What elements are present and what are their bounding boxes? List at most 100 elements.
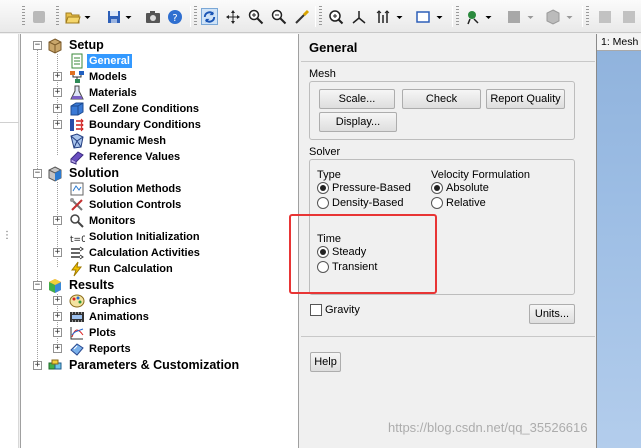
svg-text:t=0: t=0 xyxy=(70,235,85,245)
help-icon[interactable]: ? xyxy=(166,8,183,25)
wrench-screwdriver-icon xyxy=(69,197,85,213)
radio-label: Density-Based xyxy=(332,197,404,209)
tree-item-cell-zone-conditions[interactable]: + Cell Zone Conditions xyxy=(21,101,298,117)
expand-toggle[interactable]: + xyxy=(53,88,62,97)
fit-zoom-icon[interactable] xyxy=(327,8,344,25)
expand-toggle[interactable]: + xyxy=(53,312,62,321)
radio-label: Relative xyxy=(446,197,486,209)
plot-chart-icon xyxy=(69,325,85,341)
tree-item-solution-initialization[interactable]: t=0 Solution Initialization xyxy=(21,229,298,245)
views-icon[interactable] xyxy=(374,8,391,25)
tree-item-label: Run Calculation xyxy=(89,263,173,275)
absolute-radio[interactable]: Absolute xyxy=(431,181,489,195)
toolbar-disabled-icon xyxy=(30,8,47,25)
tree-item-label: Boundary Conditions xyxy=(89,119,201,131)
check-button[interactable]: Check xyxy=(402,89,481,109)
pressure-based-radio[interactable]: Pressure-Based xyxy=(317,181,411,195)
axes-icon[interactable] xyxy=(350,8,367,25)
rotate-view-icon[interactable] xyxy=(201,8,218,25)
tree-item-solution-controls[interactable]: Solution Controls xyxy=(21,197,298,213)
graphics-window[interactable]: 1: Mesh xyxy=(596,34,641,448)
tree-item-setup[interactable]: − Setup xyxy=(21,38,298,54)
zoom-in-icon[interactable] xyxy=(247,8,264,25)
save-disk-icon[interactable] xyxy=(105,8,122,25)
toolbar-grip[interactable] xyxy=(194,6,197,27)
toolbar-grip[interactable] xyxy=(22,6,25,27)
chevron-down-icon[interactable] xyxy=(484,8,493,25)
radio-indicator[interactable] xyxy=(431,197,443,209)
tree-item-reports[interactable]: + Reports xyxy=(21,341,298,357)
camera-icon[interactable] xyxy=(144,8,161,25)
collapse-toggle[interactable]: − xyxy=(33,281,42,290)
toolbar-grip[interactable] xyxy=(56,6,59,27)
expand-toggle[interactable]: + xyxy=(53,104,62,113)
expand-toggle[interactable]: + xyxy=(53,344,62,353)
open-folder-icon[interactable] xyxy=(64,8,81,25)
tree-item-graphics[interactable]: + Graphics xyxy=(21,293,298,309)
tree-item-label: General xyxy=(87,54,132,68)
expand-toggle[interactable]: + xyxy=(53,248,62,257)
tree-item-models[interactable]: + Models xyxy=(21,69,298,85)
dynamic-mesh-icon xyxy=(69,133,85,149)
tree-item-general[interactable]: General xyxy=(21,53,298,69)
expand-toggle[interactable]: + xyxy=(53,328,62,337)
toolbar-grip[interactable] xyxy=(586,6,589,27)
collapse-toggle[interactable]: − xyxy=(33,169,42,178)
chevron-down-icon[interactable] xyxy=(83,8,92,25)
probe-icon[interactable] xyxy=(293,8,310,25)
units-button[interactable]: Units... xyxy=(529,304,575,324)
zoom-box-icon[interactable] xyxy=(270,8,287,25)
tree-item-calculation-activities[interactable]: + Calculation Activities xyxy=(21,245,298,261)
tree-item-boundary-conditions[interactable]: + Boundary Conditions xyxy=(21,117,298,133)
expand-toggle[interactable]: + xyxy=(53,296,62,305)
tree-item-results[interactable]: − Results xyxy=(21,278,298,294)
tree-item-materials[interactable]: + Materials xyxy=(21,85,298,101)
tree-item-plots[interactable]: + Plots xyxy=(21,325,298,341)
relative-radio[interactable]: Relative xyxy=(431,196,486,210)
help-button[interactable]: Help xyxy=(310,352,341,372)
tree-item-reference-values[interactable]: Reference Values xyxy=(21,149,298,165)
display-button[interactable]: Display... xyxy=(319,112,397,132)
expand-toggle[interactable]: + xyxy=(53,72,62,81)
expand-toggle[interactable]: + xyxy=(53,120,62,129)
tree-item-solution[interactable]: − Solution xyxy=(21,166,298,182)
tree-item-animations[interactable]: + Animations xyxy=(21,309,298,325)
chevron-down-icon[interactable] xyxy=(395,8,404,25)
tree-item-dynamic-mesh[interactable]: Dynamic Mesh xyxy=(21,133,298,149)
disabled-window-icon xyxy=(596,8,613,25)
layout-window-icon[interactable] xyxy=(414,8,431,25)
tree-item-run-calculation[interactable]: Run Calculation xyxy=(21,261,298,277)
density-based-radio[interactable]: Density-Based xyxy=(317,196,404,210)
solution-cube-icon xyxy=(47,166,63,182)
expand-toggle[interactable]: + xyxy=(33,361,42,370)
toolbar-grip[interactable] xyxy=(319,6,322,27)
scale-button[interactable]: Scale... xyxy=(319,89,395,109)
report-quality-button[interactable]: Report Quality xyxy=(486,89,565,109)
tree-item-label: Solution Methods xyxy=(89,183,182,195)
film-strip-icon xyxy=(69,309,85,325)
radio-indicator[interactable] xyxy=(317,182,329,194)
tree-item-label: Animations xyxy=(89,311,149,323)
chevron-down-icon[interactable] xyxy=(124,8,133,25)
tree-item-monitors[interactable]: + Monitors xyxy=(21,213,298,229)
mesh-group: Scale... Check Report Quality Display... xyxy=(309,81,575,140)
collapse-toggle[interactable]: − xyxy=(33,41,42,50)
chevron-down-icon[interactable] xyxy=(435,8,444,25)
tree-item-solution-methods[interactable]: Solution Methods xyxy=(21,181,298,197)
pan-move-icon[interactable] xyxy=(224,8,241,25)
solver-group-label: Solver xyxy=(309,146,341,158)
toolbar-grip[interactable] xyxy=(456,6,459,27)
radio-indicator[interactable] xyxy=(431,182,443,194)
tree-item-label: Plots xyxy=(89,327,116,339)
left-edge-strip: ⋮ xyxy=(0,34,19,448)
type-label: Type xyxy=(317,169,341,181)
radio-indicator[interactable] xyxy=(317,197,329,209)
expand-toggle[interactable]: + xyxy=(53,216,62,225)
tree-item-label: Reference Values xyxy=(89,151,181,163)
light-icon[interactable] xyxy=(464,8,481,25)
graphics-tab-mesh[interactable]: 1: Mesh xyxy=(597,34,641,51)
tree-item-label: Setup xyxy=(69,38,104,52)
gravity-checkbox[interactable] xyxy=(310,304,322,316)
tree-item-parameters-customization[interactable]: + Parameters & Customization xyxy=(21,358,298,374)
disabled-window-icon xyxy=(620,8,637,25)
